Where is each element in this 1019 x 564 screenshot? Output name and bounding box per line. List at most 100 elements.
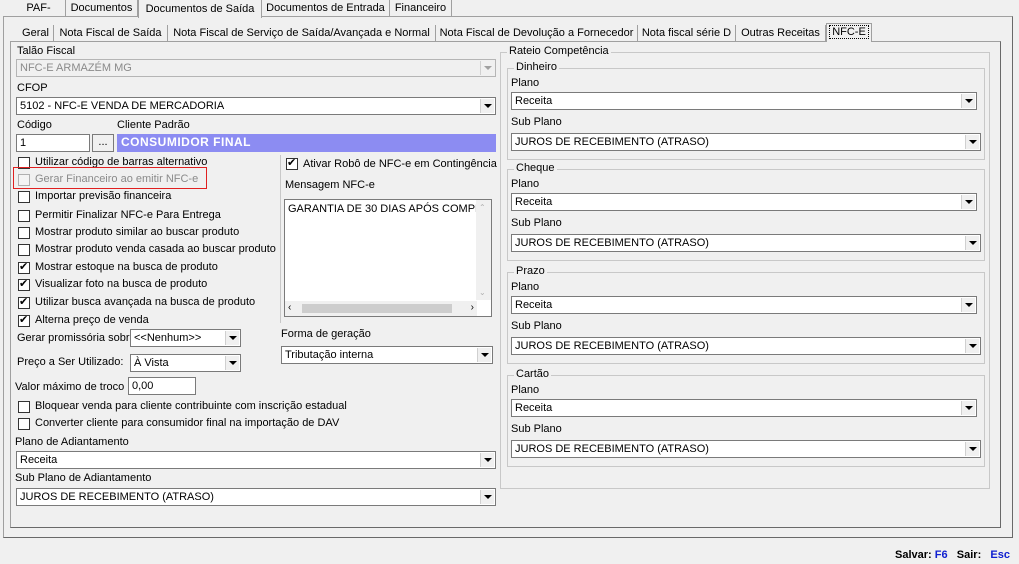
- plano-value: Receita: [515, 402, 553, 414]
- sub-plano-value: JUROS DE RECEBIMENTO (ATRASO): [515, 237, 709, 249]
- sub-plano-label: Sub Plano: [511, 116, 562, 128]
- tab-nfc-e-label: NFC-E: [829, 25, 869, 39]
- chevron-down-icon[interactable]: [965, 135, 979, 149]
- promissoria-select[interactable]: <<Nenhum>>: [130, 329, 241, 347]
- plano-select[interactable]: Receita: [511, 296, 977, 314]
- converter-checkbox[interactable]: [18, 418, 30, 430]
- chevron-down-icon[interactable]: [225, 356, 239, 370]
- bloquear-checkbox[interactable]: [18, 401, 30, 413]
- chevron-down-icon[interactable]: [961, 94, 975, 108]
- tab-documentos[interactable]: Documentos: [66, 0, 138, 16]
- sub-plano-value: JUROS DE RECEBIMENTO (ATRASO): [515, 340, 709, 352]
- scrollbar-thumb[interactable]: [302, 304, 452, 313]
- sub-plano-value: JUROS DE RECEBIMENTO (ATRASO): [515, 136, 709, 148]
- tab-nota-fiscal-devolucao[interactable]: Nota Fiscal de Devolução a Fornecedor: [436, 25, 638, 41]
- plano-select[interactable]: Receita: [511, 193, 977, 211]
- tab-paf-ecf[interactable]: PAF-ECF: [12, 0, 66, 30]
- promissoria-label: Gerar promissória sobre:: [17, 332, 139, 344]
- tab-geral[interactable]: Geral: [18, 25, 54, 41]
- plano-label: Plano: [511, 77, 540, 89]
- codigo-input[interactable]: 1: [16, 134, 90, 152]
- forma-geracao-value: Tributação interna: [285, 349, 374, 361]
- option-checkbox[interactable]: [18, 277, 30, 291]
- vertical-scrollbar[interactable]: ⌃ ⌄: [476, 200, 491, 300]
- option-checkbox[interactable]: [18, 227, 30, 239]
- chevron-down-icon[interactable]: [961, 195, 975, 209]
- tab-nfc-e[interactable]: NFC-E: [826, 23, 872, 42]
- sub-plano-label: Sub Plano: [511, 217, 562, 229]
- sub-plano-adiantamento-select[interactable]: JUROS DE RECEBIMENTO (ATRASO): [16, 488, 496, 506]
- horizontal-scrollbar[interactable]: ‹ ›: [285, 301, 477, 316]
- chevron-down-icon[interactable]: [965, 442, 979, 456]
- troco-input[interactable]: 0,00: [128, 377, 196, 395]
- option-label: Permitir Finalizar NFC-e Para Entrega: [35, 209, 221, 221]
- plano-value: Receita: [515, 196, 553, 208]
- talao-value: NFC-E ARMAZÉM MG: [20, 62, 132, 74]
- chevron-down-icon[interactable]: [961, 401, 975, 415]
- plano-adiantamento-label: Plano de Adiantamento: [15, 436, 129, 448]
- robo-checkbox[interactable]: [286, 156, 298, 170]
- salvar-shortcut[interactable]: F6: [935, 549, 948, 561]
- robo-label: Ativar Robô de NFC-e em Contingência: [303, 158, 497, 170]
- cliente-search-button[interactable]: ...: [92, 134, 114, 152]
- option-checkbox[interactable]: [18, 191, 30, 203]
- option-checkbox[interactable]: [18, 210, 30, 222]
- option-label: Visualizar foto na busca de produto: [35, 278, 208, 290]
- sub-plano-select[interactable]: JUROS DE RECEBIMENTO (ATRASO): [511, 234, 981, 252]
- chevron-down-icon[interactable]: [225, 331, 239, 345]
- plano-label: Plano: [511, 281, 540, 293]
- mensagem-label: Mensagem NFC-e: [285, 179, 375, 191]
- chevron-down-icon[interactable]: [480, 61, 494, 75]
- option-checkbox[interactable]: [18, 244, 30, 256]
- chevron-down-icon[interactable]: [480, 490, 494, 504]
- plano-select[interactable]: Receita: [511, 399, 977, 417]
- plano-select[interactable]: Receita: [511, 92, 977, 110]
- preco-label: Preço a Ser Utilizado:: [17, 356, 124, 368]
- tab-outras-receitas[interactable]: Outras Receitas: [736, 25, 826, 41]
- chevron-left-icon[interactable]: ‹: [288, 302, 291, 313]
- chevron-down-icon[interactable]: [480, 99, 494, 113]
- sub-plano-value: JUROS DE RECEBIMENTO (ATRASO): [515, 443, 709, 455]
- converter-label: Converter cliente para consumidor final …: [35, 417, 340, 429]
- top-tab-bar: PAF-ECF Documentos Documentos de Saída D…: [0, 0, 1019, 30]
- tab-financeiro[interactable]: Financeiro: [390, 0, 452, 16]
- talao-select[interactable]: NFC-E ARMAZÉM MG: [16, 59, 496, 77]
- option-checkbox[interactable]: [18, 313, 30, 327]
- plano-value: Receita: [515, 299, 553, 311]
- option-label: Utilizar busca avançada na busca de prod…: [35, 296, 256, 308]
- chevron-down-icon[interactable]: ⌄: [479, 288, 486, 297]
- forma-geracao-select[interactable]: Tributação interna: [281, 346, 493, 364]
- sub-plano-adiantamento-value: JUROS DE RECEBIMENTO (ATRASO): [20, 491, 214, 503]
- cfop-select[interactable]: 5102 - NFC-E VENDA DE MERCADORIA: [16, 97, 496, 115]
- plano-adiantamento-select[interactable]: Receita: [16, 451, 496, 469]
- sub-plano-select[interactable]: JUROS DE RECEBIMENTO (ATRASO): [511, 337, 981, 355]
- sub-plano-label: Sub Plano: [511, 423, 562, 435]
- troco-label: Valor máximo de troco: [15, 381, 125, 393]
- highlight-box: [13, 167, 207, 189]
- chevron-right-icon[interactable]: ›: [471, 302, 474, 313]
- chevron-down-icon[interactable]: [480, 453, 494, 467]
- cliente-padrao-field[interactable]: CONSUMIDOR FINAL: [117, 134, 496, 152]
- chevron-down-icon[interactable]: [965, 339, 979, 353]
- promissoria-value: <<Nenhum>>: [134, 332, 202, 344]
- option-checkbox[interactable]: [18, 260, 30, 274]
- chevron-down-icon[interactable]: [961, 298, 975, 312]
- codigo-label: Código: [17, 119, 52, 131]
- cfop-value: 5102 - NFC-E VENDA DE MERCADORIA: [20, 100, 225, 112]
- tab-documentos-de-entrada[interactable]: Documentos de Entrada: [262, 0, 390, 16]
- tab-nota-fiscal-saida[interactable]: Nota Fiscal de Saída: [54, 25, 168, 41]
- talao-label: Talão Fiscal: [17, 45, 76, 57]
- sub-plano-select[interactable]: JUROS DE RECEBIMENTO (ATRASO): [511, 133, 981, 151]
- chevron-up-icon[interactable]: ⌃: [479, 203, 486, 212]
- preco-select[interactable]: À Vista: [130, 354, 241, 372]
- mensagem-textarea[interactable]: GARANTIA DE 30 DIAS APÓS COMPR ⌃ ⌄ ‹ ›: [284, 199, 492, 317]
- tab-documentos-de-saida[interactable]: Documentos de Saída: [138, 0, 262, 18]
- rateio-group-title: Cheque: [514, 162, 557, 174]
- sair-shortcut[interactable]: Esc: [990, 549, 1010, 561]
- tab-nota-fiscal-serie-d[interactable]: Nota fiscal série D: [638, 25, 736, 41]
- option-checkbox[interactable]: [18, 295, 30, 309]
- chevron-down-icon[interactable]: [477, 348, 491, 362]
- sub-plano-select[interactable]: JUROS DE RECEBIMENTO (ATRASO): [511, 440, 981, 458]
- chevron-down-icon[interactable]: [965, 236, 979, 250]
- tab-nota-fiscal-servico[interactable]: Nota Fiscal de Serviço de Saída/Avançada…: [168, 25, 436, 41]
